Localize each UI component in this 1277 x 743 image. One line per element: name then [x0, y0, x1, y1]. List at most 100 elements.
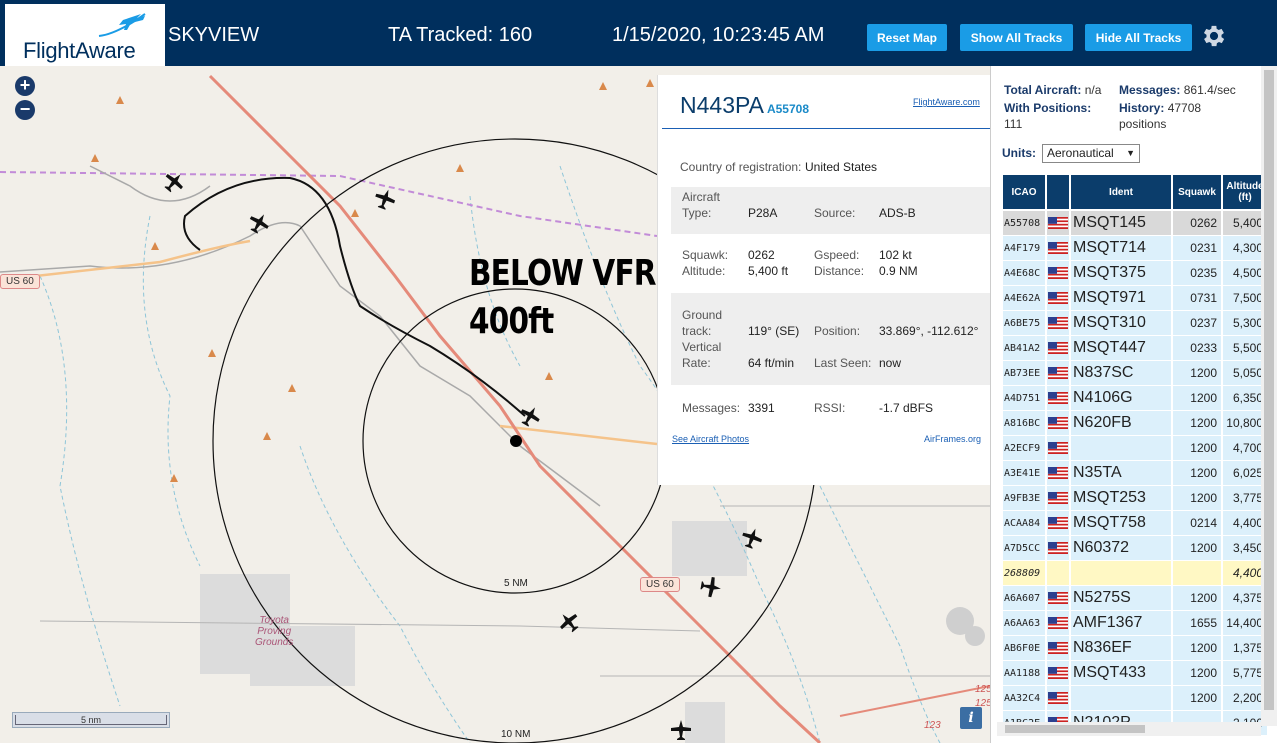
scrollbar-thumb[interactable]: [1264, 70, 1274, 710]
gear-icon[interactable]: [1200, 22, 1228, 50]
cell-flag: [1047, 311, 1069, 335]
col-icao[interactable]: ICAO: [1003, 175, 1045, 209]
cell-squawk: 1200: [1173, 536, 1221, 560]
vertical-scrollbar[interactable]: [1261, 66, 1277, 726]
popup-country-row: Country of registration: United States: [680, 160, 878, 174]
cell-icao: A4F179: [1003, 236, 1045, 260]
table-row[interactable]: ACAA84 MSQT758 0214 4,400: [1003, 511, 1267, 536]
cell-flag: [1047, 261, 1069, 285]
info-button[interactable]: i: [960, 707, 982, 729]
units-label: Units:: [1002, 146, 1036, 160]
table-row[interactable]: A4E68C MSQT375 0235 4,500: [1003, 261, 1267, 286]
aircraft-sidebar: Total Aircraft: n/a Messages: 861.4/sec …: [990, 66, 1277, 743]
cell-flag: [1047, 486, 1069, 510]
us-flag-icon: [1048, 392, 1068, 404]
cell-flag: [1047, 561, 1069, 585]
cell-icao: A816BC: [1003, 411, 1045, 435]
us-flag-icon: [1048, 517, 1068, 529]
cell-ident: MSQT758: [1071, 511, 1171, 535]
us-flag-icon: [1048, 692, 1068, 704]
road-shield-us60-mid: US 60: [640, 577, 680, 592]
cell-icao: A4E62A: [1003, 286, 1045, 310]
flightaware-link[interactable]: FlightAware.com: [913, 97, 980, 107]
cell-ident: N4106G: [1071, 386, 1171, 410]
table-row[interactable]: AA1188 MSQT433 1200 5,775: [1003, 661, 1267, 686]
urban-area-2: [685, 702, 725, 743]
cell-flag: [1047, 211, 1069, 235]
table-row[interactable]: AB6F0E N836EF 1200 1,375: [1003, 636, 1267, 661]
table-row[interactable]: A7D5CC N60372 1200 3,450: [1003, 536, 1267, 561]
cell-icao: A55708: [1003, 211, 1045, 235]
col-ident[interactable]: Ident: [1071, 175, 1171, 209]
table-row[interactable]: A4D751 N4106G 1200 6,350: [1003, 386, 1267, 411]
scale-label: 5 nm: [15, 715, 167, 725]
table-row[interactable]: A4F179 MSQT714 0231 4,300: [1003, 236, 1267, 261]
table-row[interactable]: AB41A2 MSQT447 0233 5,500: [1003, 336, 1267, 361]
hscrollbar-thumb[interactable]: [1005, 725, 1145, 733]
table-row[interactable]: AB73EE N837SC 1200 5,050: [1003, 361, 1267, 386]
tracked-count: TA Tracked: 160: [388, 24, 533, 46]
cell-icao: A2ECF9: [1003, 436, 1045, 460]
table-row[interactable]: A2ECF9 1200 4,700: [1003, 436, 1267, 461]
table-row[interactable]: A4E62A MSQT971 0731 7,500: [1003, 286, 1267, 311]
table-row[interactable]: A6AA63 AMF1367 1655 14,400: [1003, 611, 1267, 636]
table-row[interactable]: A6A607 N5275S 1200 4,375: [1003, 586, 1267, 611]
us-flag-icon: [1048, 417, 1068, 429]
cell-ident: MSQT714: [1071, 236, 1171, 260]
ring-label-10nm: 10 NM: [501, 729, 531, 740]
us-flag-icon: [1048, 667, 1068, 679]
popup-track-row: Ground track: 119° (SE) Position: 33.869…: [671, 293, 991, 385]
annotation-below-vfr: BELOW VFR: [469, 253, 657, 294]
table-row[interactable]: A55708 MSQT145 0262 5,400: [1003, 211, 1267, 236]
cell-flag: [1047, 336, 1069, 360]
reset-map-button[interactable]: Reset Map: [867, 24, 947, 51]
cell-flag: [1047, 236, 1069, 260]
cell-flag: [1047, 361, 1069, 385]
horizontal-scrollbar[interactable]: [997, 722, 1261, 736]
cell-squawk: 1200: [1173, 361, 1221, 385]
table-row[interactable]: A9FB3E MSQT253 1200 3,775: [1003, 486, 1267, 511]
show-all-tracks-button[interactable]: Show All Tracks: [960, 24, 1073, 51]
us-flag-icon: [1048, 292, 1068, 304]
table-row[interactable]: AA32C4 1200 2,200: [1003, 686, 1267, 711]
cell-flag: [1047, 586, 1069, 610]
cell-icao: A6AA63: [1003, 611, 1045, 635]
flightaware-logo[interactable]: FlightAware: [5, 4, 165, 66]
hide-all-tracks-button[interactable]: Hide All Tracks: [1085, 24, 1192, 51]
us-flag-icon: [1048, 542, 1068, 554]
aircraft-registration: N443PA A55708: [680, 92, 809, 119]
messages-stat: Messages: 861.4/sec: [1119, 83, 1236, 97]
cell-flag: [1047, 511, 1069, 535]
cell-ident: N5275S: [1071, 586, 1171, 610]
us-flag-icon: [1048, 617, 1068, 629]
cell-icao: A9FB3E: [1003, 486, 1045, 510]
logo-text: FlightAware: [23, 38, 136, 63]
cell-icao: AB73EE: [1003, 361, 1045, 385]
cell-squawk: 1200: [1173, 436, 1221, 460]
units-select[interactable]: Aeronautical ▼: [1042, 144, 1140, 163]
us-flag-icon: [1048, 317, 1068, 329]
units-selected-value: Aeronautical: [1047, 146, 1114, 160]
cell-ident: N60372: [1071, 536, 1171, 560]
table-row[interactable]: A6BE75 MSQT310 0237 5,300: [1003, 311, 1267, 336]
table-row[interactable]: 268809 4,400: [1003, 561, 1267, 586]
scale-bar: 5 nm: [12, 712, 170, 728]
cell-ident: MSQT447: [1071, 336, 1171, 360]
see-aircraft-photos-link[interactable]: See Aircraft Photos: [672, 434, 749, 444]
edge-label-1: 125: [975, 684, 990, 695]
zoom-in-button[interactable]: +: [15, 76, 35, 96]
total-aircraft-stat: Total Aircraft: n/a: [1004, 83, 1102, 97]
cell-flag: [1047, 661, 1069, 685]
zoom-out-button[interactable]: −: [15, 100, 35, 120]
us-flag-icon: [1048, 592, 1068, 604]
table-row[interactable]: A3E41E N35TA 1200 6,025: [1003, 461, 1267, 486]
table-row[interactable]: A816BC N620FB 1200 10,800: [1003, 411, 1267, 436]
cell-ident: MSQT971: [1071, 286, 1171, 310]
cell-squawk: 1200: [1173, 636, 1221, 660]
us-flag-icon: [1048, 642, 1068, 654]
col-squawk[interactable]: Squawk: [1173, 175, 1221, 209]
cell-icao: AB41A2: [1003, 336, 1045, 360]
airframes-link[interactable]: AirFrames.org: [924, 434, 981, 444]
col-flag[interactable]: [1047, 175, 1069, 209]
aircraft-detail-popup: N443PA A55708 FlightAware.com Country of …: [657, 75, 991, 485]
